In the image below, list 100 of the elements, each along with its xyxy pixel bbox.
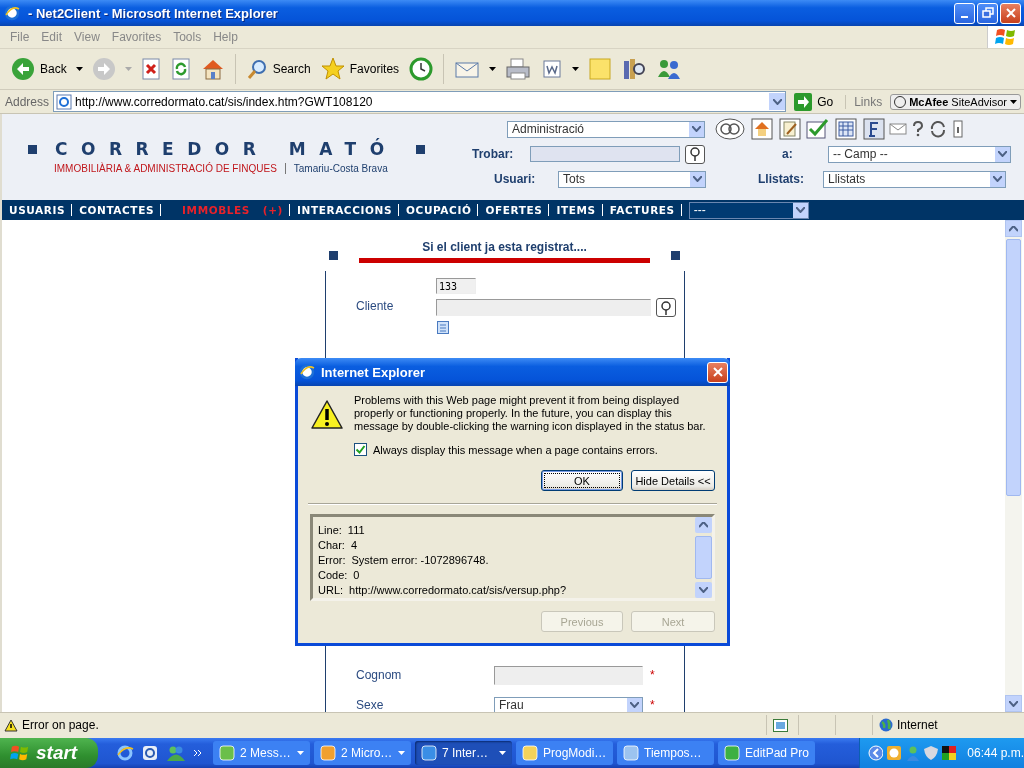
search-button[interactable] xyxy=(685,144,705,164)
nav-link[interactable]: OCUPACIÓ xyxy=(404,204,479,216)
refresh-icon[interactable] xyxy=(170,58,191,80)
go-button[interactable]: Go xyxy=(790,92,842,111)
clock-icon[interactable] xyxy=(886,745,902,761)
links-label[interactable]: Links xyxy=(845,94,883,109)
detail-value: 0 xyxy=(353,568,360,581)
warning-icon[interactable] xyxy=(4,718,18,732)
edit-icon[interactable] xyxy=(779,118,801,140)
search-icon xyxy=(688,146,702,162)
error-message: Problems with this Web page might prevent it from being displayed properly or functioning properly. In the future, you can display this message by double-clicking the warning icon displayed in the status bar. xyxy=(354,394,707,433)
search-button[interactable]: Search xyxy=(242,56,314,82)
address-field[interactable]: http://www.corredormato.cat/sis/index.htm?GWT108120 xyxy=(53,91,787,112)
taskbar-button[interactable]: 2 Mess… xyxy=(213,741,310,765)
nav-link[interactable]: FACTURES xyxy=(607,204,682,216)
taskbar-button[interactable]: EditPad Pro xyxy=(718,741,815,765)
checkbox[interactable] xyxy=(354,443,367,456)
user-label: Usuari: xyxy=(494,172,537,186)
scroll-down-icon[interactable] xyxy=(1005,695,1022,712)
caret-icon[interactable] xyxy=(489,67,497,71)
app-icon xyxy=(320,745,336,761)
restore-icon xyxy=(981,7,994,19)
close-button[interactable] xyxy=(707,361,728,383)
refresh-icon[interactable] xyxy=(929,120,947,138)
favorites-button[interactable]: Favorites xyxy=(317,55,403,83)
checklist-icon[interactable] xyxy=(805,118,829,140)
lists-select[interactable]: Llistats xyxy=(823,170,1006,188)
app-icon xyxy=(623,745,639,761)
close-icon xyxy=(1004,7,1017,19)
taskbar-button[interactable]: ProgModi… xyxy=(516,741,613,765)
scroll-up-icon[interactable] xyxy=(1005,220,1022,237)
app-icon xyxy=(724,745,740,761)
stop-icon[interactable] xyxy=(140,58,161,80)
siteadvisor-button[interactable]: McAfee SiteAdvisor xyxy=(890,93,1021,110)
document-icon[interactable] xyxy=(437,321,449,334)
nav-link[interactable]: USUARIS xyxy=(7,204,73,216)
browser-icon[interactable] xyxy=(116,744,134,762)
taskbar-button[interactable]: Tiempos… xyxy=(617,741,714,765)
scroll-up-icon[interactable] xyxy=(695,517,712,533)
start-button[interactable]: start xyxy=(0,738,98,768)
help-icon[interactable] xyxy=(911,121,925,137)
security-zone: Internet xyxy=(897,718,938,732)
caret-icon xyxy=(398,751,405,755)
document-icon[interactable] xyxy=(541,58,564,80)
people-icon[interactable] xyxy=(656,57,683,81)
home-icon[interactable] xyxy=(751,118,773,140)
star-icon xyxy=(320,57,345,81)
detail-value: 111 xyxy=(347,523,365,536)
caret-icon[interactable] xyxy=(572,67,580,71)
app-icon xyxy=(522,745,538,761)
site-location: Tamariu-Costa Brava xyxy=(293,163,388,174)
detail-value: System error: -1072896748. xyxy=(351,553,489,566)
search-button[interactable] xyxy=(656,298,676,317)
detail-key: Line: xyxy=(318,523,342,536)
close-button[interactable] xyxy=(1000,2,1021,24)
site-tagline: IMMOBILIÀRIA & ADMINISTRACIÓ DE FINQUES xyxy=(54,163,286,174)
chevron-icon[interactable] xyxy=(193,749,203,757)
books-icon[interactable] xyxy=(622,57,647,81)
sex-select[interactable]: Frau xyxy=(494,696,643,712)
caret-icon[interactable] xyxy=(75,67,83,71)
flag-icon[interactable] xyxy=(941,745,957,761)
section-heading: Si el client ja esta registrat.... xyxy=(422,240,587,254)
caret-icon xyxy=(499,751,506,755)
taskbar-button[interactable]: 2 Micro… xyxy=(314,741,411,765)
taskbar-button[interactable]: 7 Inter… xyxy=(415,741,512,765)
dialog-button[interactable]: OK xyxy=(541,470,623,491)
chevron-icon[interactable] xyxy=(868,745,884,761)
vertical-scrollbar[interactable] xyxy=(1005,220,1022,712)
minimize-icon xyxy=(961,15,968,18)
clock: 06:44 p.m. xyxy=(967,746,1024,760)
client-label: Cliente xyxy=(355,299,395,313)
module-select[interactable]: Administració xyxy=(507,120,705,138)
address-label: Address xyxy=(5,94,50,109)
history-icon[interactable] xyxy=(409,57,434,81)
detail-key: URL: xyxy=(318,583,344,596)
client-name-field[interactable] xyxy=(436,299,651,316)
dialog-button[interactable]: Hide Details << xyxy=(631,470,715,491)
nav-select[interactable]: --- xyxy=(688,201,809,219)
printer-icon[interactable] xyxy=(505,57,532,81)
nav-link[interactable]: INTERACCIONS xyxy=(295,204,400,216)
minimize-button[interactable] xyxy=(954,2,975,24)
calendar-icon[interactable] xyxy=(835,118,857,140)
back-button[interactable]: Back xyxy=(8,55,70,83)
detail-key: Char: xyxy=(318,538,345,551)
field-label: Sexe xyxy=(355,698,385,712)
field-select[interactable]: -- Camp -- xyxy=(828,145,1011,163)
checkbox-label[interactable]: Always display this message when a page contains errors. xyxy=(373,443,658,456)
nav-link[interactable]: ITEMS xyxy=(554,204,603,216)
client-code-field[interactable]: 133 xyxy=(436,278,476,294)
user-select[interactable]: Tots xyxy=(558,170,706,188)
nav-link[interactable]: CONTACTES xyxy=(77,204,162,216)
search-field[interactable] xyxy=(530,146,680,162)
surname-field[interactable] xyxy=(494,665,643,685)
required-mark: * xyxy=(650,698,655,712)
restore-button[interactable] xyxy=(977,2,998,24)
details-scrollbar[interactable] xyxy=(695,517,712,598)
bullet-icon xyxy=(329,251,338,260)
scroll-down-icon[interactable] xyxy=(695,582,712,598)
people-icon[interactable] xyxy=(166,744,186,762)
nav-link[interactable]: OFERTES xyxy=(483,204,550,216)
